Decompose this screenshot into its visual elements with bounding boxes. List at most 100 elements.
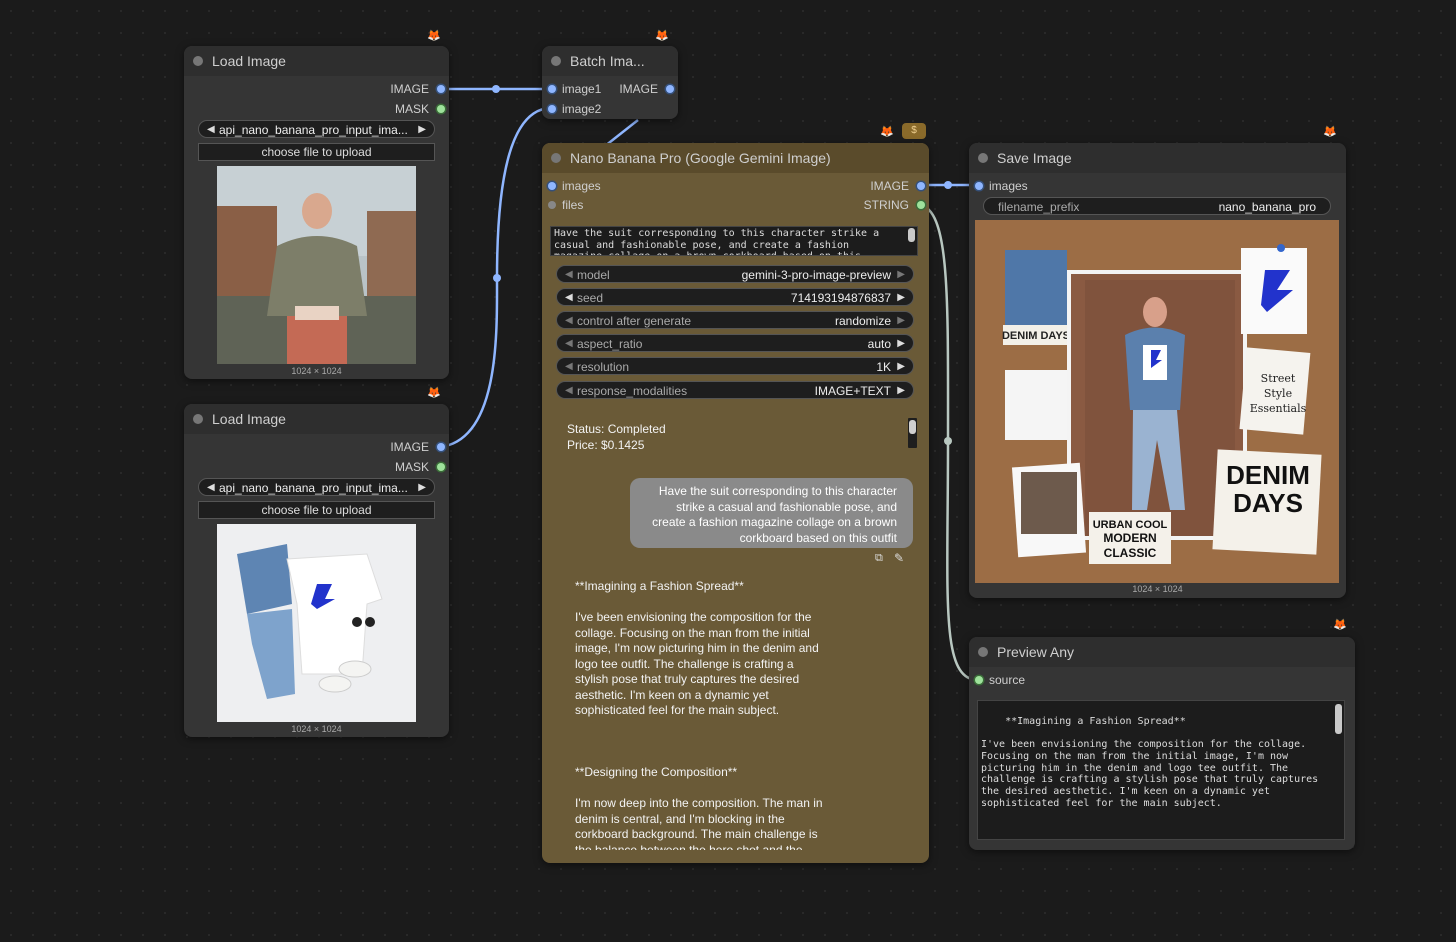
reply-paragraph-1: I've been envisioning the composition fo… — [575, 610, 819, 717]
upload-button[interactable]: choose file to upload — [198, 143, 435, 161]
output-image[interactable]: IMAGE — [390, 81, 445, 97]
arrow-right-icon[interactable]: ▶ — [418, 479, 426, 497]
batch-image-node[interactable]: Batch Ima... image1 image2 IMAGE — [542, 46, 678, 119]
preview-any-node[interactable]: Preview Any source **Imagining a Fashion… — [969, 637, 1355, 850]
status-text: Status: Completed — [567, 422, 666, 436]
node-title[interactable]: Preview Any — [969, 637, 1355, 667]
arrow-right-icon[interactable]: ▶ — [897, 382, 905, 400]
model-select[interactable]: ◀ model gemini-3-pro-image-preview ▶ — [556, 265, 914, 283]
seed-input[interactable]: ◀ seed 714193194876837 ▶ — [556, 288, 914, 306]
port-icon[interactable] — [437, 85, 445, 93]
arrow-right-icon[interactable]: ▶ — [897, 266, 905, 284]
nano-banana-node[interactable]: Nano Banana Pro (Google Gemini Image) im… — [542, 143, 929, 863]
port-icon[interactable] — [548, 201, 556, 209]
arrow-right-icon[interactable]: ▶ — [897, 312, 905, 330]
arrow-left-icon[interactable]: ◀ — [565, 382, 573, 400]
port-icon[interactable] — [917, 182, 925, 190]
collage-text: Style — [1264, 387, 1292, 400]
collapse-dot[interactable] — [193, 414, 203, 424]
port-icon[interactable] — [548, 105, 556, 113]
input-source[interactable]: source — [975, 672, 1025, 688]
arrow-left-icon[interactable]: ◀ — [565, 289, 573, 307]
output-image-preview: DENIM DAYS Street Style Essentials DENIM… — [975, 220, 1339, 583]
resolution-select[interactable]: ◀ resolution 1K ▶ — [556, 357, 914, 375]
node-title[interactable]: Load Image — [184, 404, 449, 434]
arrow-left-icon[interactable]: ◀ — [565, 335, 573, 353]
preview-textarea[interactable]: **Imagining a Fashion Spread** I've been… — [977, 700, 1345, 840]
edit-icon[interactable]: ✎ — [894, 551, 904, 565]
image-size: 1024 × 1024 — [291, 366, 342, 376]
arrow-left-icon[interactable]: ◀ — [565, 266, 573, 284]
fox-icon: 🦊 — [880, 126, 894, 138]
port-icon[interactable] — [975, 182, 983, 190]
arrow-left-icon[interactable]: ◀ — [565, 358, 573, 376]
save-image-node[interactable]: Save Image images filename_prefix nano_b… — [969, 143, 1346, 598]
arrow-right-icon[interactable]: ▶ — [897, 289, 905, 307]
output-mask[interactable]: MASK — [395, 459, 445, 475]
price-text: Price: $0.1425 — [567, 438, 645, 452]
port-icon[interactable] — [917, 201, 925, 209]
preview-scrollbar[interactable] — [1335, 704, 1342, 734]
upload-button[interactable]: choose file to upload — [198, 501, 435, 519]
collage-text: Essentials — [1250, 402, 1307, 415]
collage-text: DENIM DAYS — [1002, 330, 1070, 342]
output-image[interactable]: IMAGE — [619, 81, 674, 97]
load-image-node-1[interactable]: Load Image IMAGE MASK ◀ api_nano_banana_… — [184, 46, 449, 379]
node-title[interactable]: Batch Ima... — [542, 46, 678, 76]
input-image2[interactable]: image2 — [548, 101, 601, 117]
aspect-ratio-select[interactable]: ◀ aspect_ratio auto ▶ — [556, 334, 914, 352]
filename-prefix-input[interactable]: filename_prefix nano_banana_pro — [983, 197, 1331, 215]
control-after-generate-select[interactable]: ◀ control after generate randomize ▶ — [556, 311, 914, 329]
collapse-dot[interactable] — [978, 647, 988, 657]
collapse-dot[interactable] — [193, 56, 203, 66]
output-image[interactable]: IMAGE — [390, 439, 445, 455]
arrow-right-icon[interactable]: ▶ — [418, 121, 426, 139]
port-icon[interactable] — [548, 85, 556, 93]
user-message-bubble: Have the suit corresponding to this char… — [630, 478, 913, 548]
collapse-dot[interactable] — [551, 153, 561, 163]
collapse-dot[interactable] — [978, 153, 988, 163]
arrow-right-icon[interactable]: ▶ — [897, 358, 905, 376]
port-icon[interactable] — [437, 443, 445, 451]
image-preview — [217, 524, 416, 722]
port-icon[interactable] — [437, 105, 445, 113]
image-size: 1024 × 1024 — [291, 724, 342, 734]
response-modalities-select[interactable]: ◀ response_modalities IMAGE+TEXT ▶ — [556, 381, 914, 399]
prompt-textarea[interactable]: Have the suit corresponding to this char… — [550, 226, 918, 256]
port-icon[interactable] — [437, 463, 445, 471]
collage-text: Street — [1261, 372, 1296, 385]
arrow-left-icon[interactable]: ◀ — [207, 121, 215, 139]
arrow-left-icon[interactable]: ◀ — [565, 312, 573, 330]
fox-icon: 🦊 — [1323, 126, 1337, 138]
image-file-select[interactable]: ◀ api_nano_banana_pro_input_ima... ▶ — [198, 120, 435, 138]
image-size: 1024 × 1024 — [1132, 584, 1183, 594]
arrow-right-icon[interactable]: ▶ — [897, 335, 905, 353]
wire-load2-to-batch — [439, 106, 551, 449]
copy-icon[interactable]: ⧉ — [875, 552, 883, 565]
node-title[interactable]: Nano Banana Pro (Google Gemini Image) — [542, 143, 929, 173]
input-files[interactable]: files — [548, 197, 583, 213]
input-image1[interactable]: image1 — [548, 81, 601, 97]
port-icon[interactable] — [975, 676, 983, 684]
collage-text: DAYS — [1233, 488, 1303, 518]
input-images[interactable]: images — [548, 178, 601, 194]
node-title[interactable]: Save Image — [969, 143, 1346, 173]
port-icon[interactable] — [666, 85, 674, 93]
output-image[interactable]: IMAGE — [870, 178, 925, 194]
output-mask[interactable]: MASK — [395, 101, 445, 117]
collage-text: URBAN COOL — [1093, 519, 1168, 531]
output-string[interactable]: STRING — [864, 197, 925, 213]
collage-text: DENIM — [1226, 460, 1310, 490]
prompt-scrollbar[interactable] — [908, 228, 915, 242]
node-title[interactable]: Load Image — [184, 46, 449, 76]
fox-icon: 🦊 — [655, 30, 669, 42]
collage-text: CLASSIC — [1104, 546, 1157, 560]
arrow-left-icon[interactable]: ◀ — [207, 479, 215, 497]
input-images[interactable]: images — [975, 178, 1028, 194]
chat-scrollbar-thumb[interactable] — [909, 420, 916, 434]
port-icon[interactable] — [548, 182, 556, 190]
image-file-select[interactable]: ◀ api_nano_banana_pro_input_ima... ▶ — [198, 478, 435, 496]
load-image-node-2[interactable]: Load Image IMAGE MASK ◀ api_nano_banana_… — [184, 404, 449, 737]
collapse-dot[interactable] — [551, 56, 561, 66]
fox-icon: 🦊 — [427, 30, 441, 42]
